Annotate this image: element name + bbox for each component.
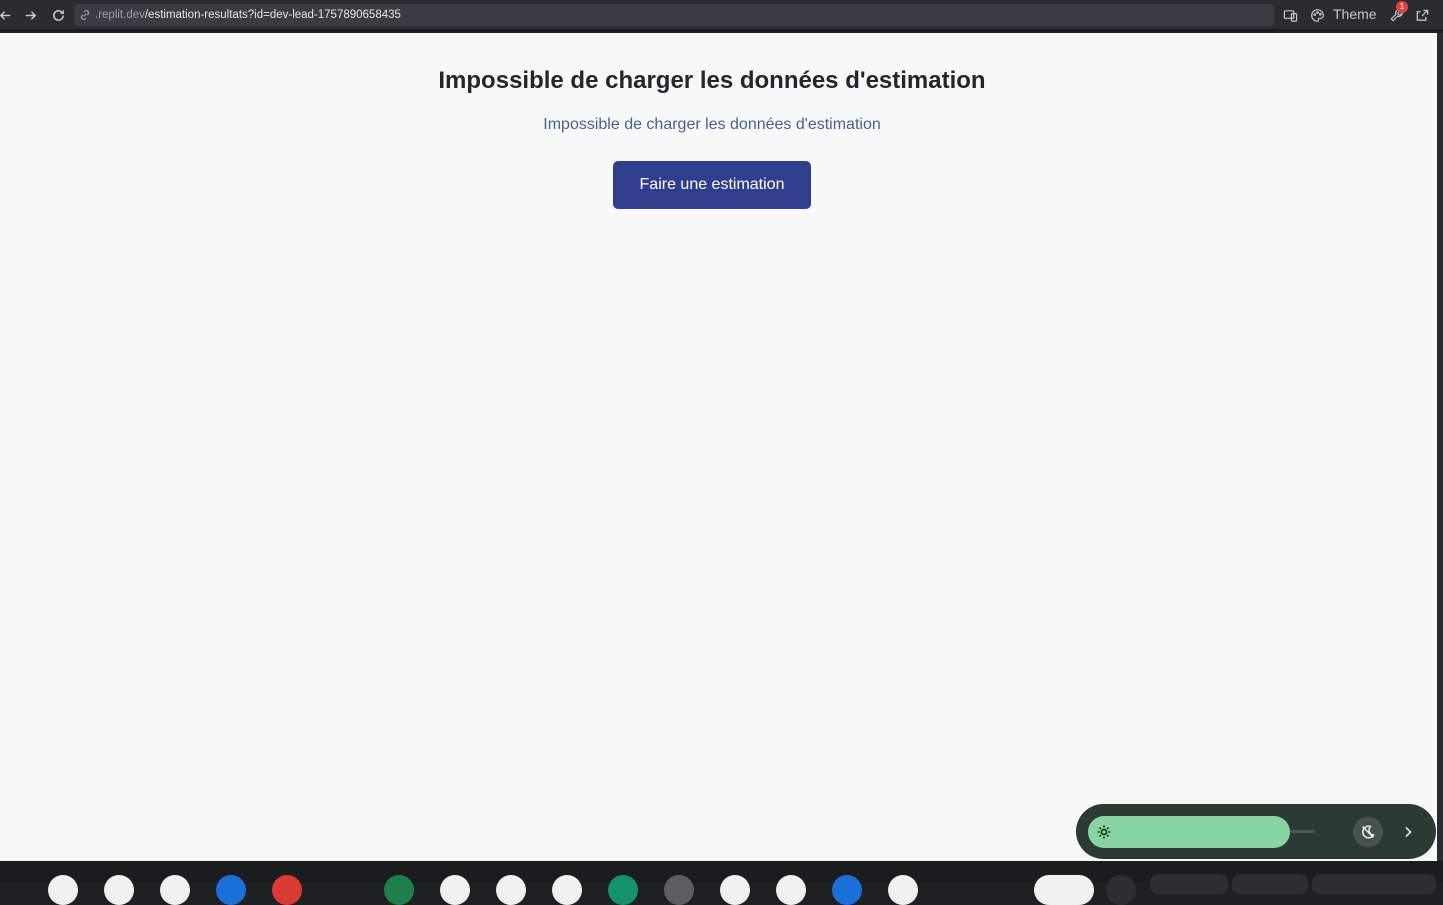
devices-icon[interactable]	[1281, 4, 1299, 26]
night-light-off-icon[interactable]	[1353, 817, 1383, 847]
taskbar-app-icon[interactable]	[608, 875, 638, 905]
url-domain: .replit.dev	[95, 9, 145, 21]
taskbar-window-pill[interactable]	[1232, 874, 1308, 894]
taskbar-app-icon[interactable]	[272, 875, 302, 905]
taskbar-app-icon[interactable]	[1106, 875, 1136, 905]
taskbar-app-icon[interactable]	[496, 875, 526, 905]
back-arrow-icon[interactable]	[0, 4, 16, 26]
theme-button-label[interactable]: Theme	[1333, 6, 1377, 22]
address-bar[interactable]: .replit.dev/estimation-resultats?id=dev-…	[74, 4, 1274, 26]
link-icon	[78, 8, 92, 22]
taskbar-app-icon[interactable]	[832, 875, 862, 905]
taskbar-app-icon[interactable]	[776, 875, 806, 905]
browser-toolbar: .replit.dev/estimation-resultats?id=dev-…	[0, 0, 1443, 31]
taskbar-app-icon[interactable]	[440, 875, 470, 905]
palette-icon[interactable]	[1308, 4, 1326, 26]
taskbar-app-icon[interactable]	[216, 875, 246, 905]
taskbar-app-icon[interactable]	[104, 875, 134, 905]
taskbar-app-icon[interactable]	[720, 875, 750, 905]
notification-badge: 1	[1396, 1, 1408, 13]
taskbar-app-icon[interactable]	[1034, 875, 1094, 905]
page-viewport: Impossible de charger les données d'esti…	[0, 33, 1437, 861]
brightness-slider-track[interactable]	[1290, 830, 1315, 833]
error-message: Impossible de charger les données d'esti…	[543, 116, 881, 133]
taskbar-app-icon[interactable]	[888, 875, 918, 905]
taskbar-app-icon[interactable]	[384, 875, 414, 905]
url-path: /estimation-resultats?id=dev-lead-175789…	[144, 9, 401, 21]
reload-icon[interactable]	[47, 4, 69, 26]
open-external-icon[interactable]	[1413, 4, 1431, 26]
taskbar-app-icon[interactable]	[664, 875, 694, 905]
page-title: Impossible de charger les données d'esti…	[438, 67, 986, 94]
make-estimation-button[interactable]: Faire une estimation	[613, 161, 811, 209]
brightness-slider[interactable]	[1088, 816, 1290, 848]
forward-arrow-icon[interactable]	[19, 4, 41, 26]
taskbar-status-area[interactable]	[1312, 874, 1436, 894]
taskbar-window-pill[interactable]	[1150, 874, 1228, 894]
taskbar-app-icon[interactable]	[160, 875, 190, 905]
brightness-icon	[1096, 824, 1112, 840]
chevron-right-icon[interactable]	[1400, 824, 1416, 840]
taskbar-app-icon[interactable]	[552, 875, 582, 905]
window-edge	[1437, 33, 1443, 861]
taskbar-app-icon[interactable]	[48, 875, 78, 905]
